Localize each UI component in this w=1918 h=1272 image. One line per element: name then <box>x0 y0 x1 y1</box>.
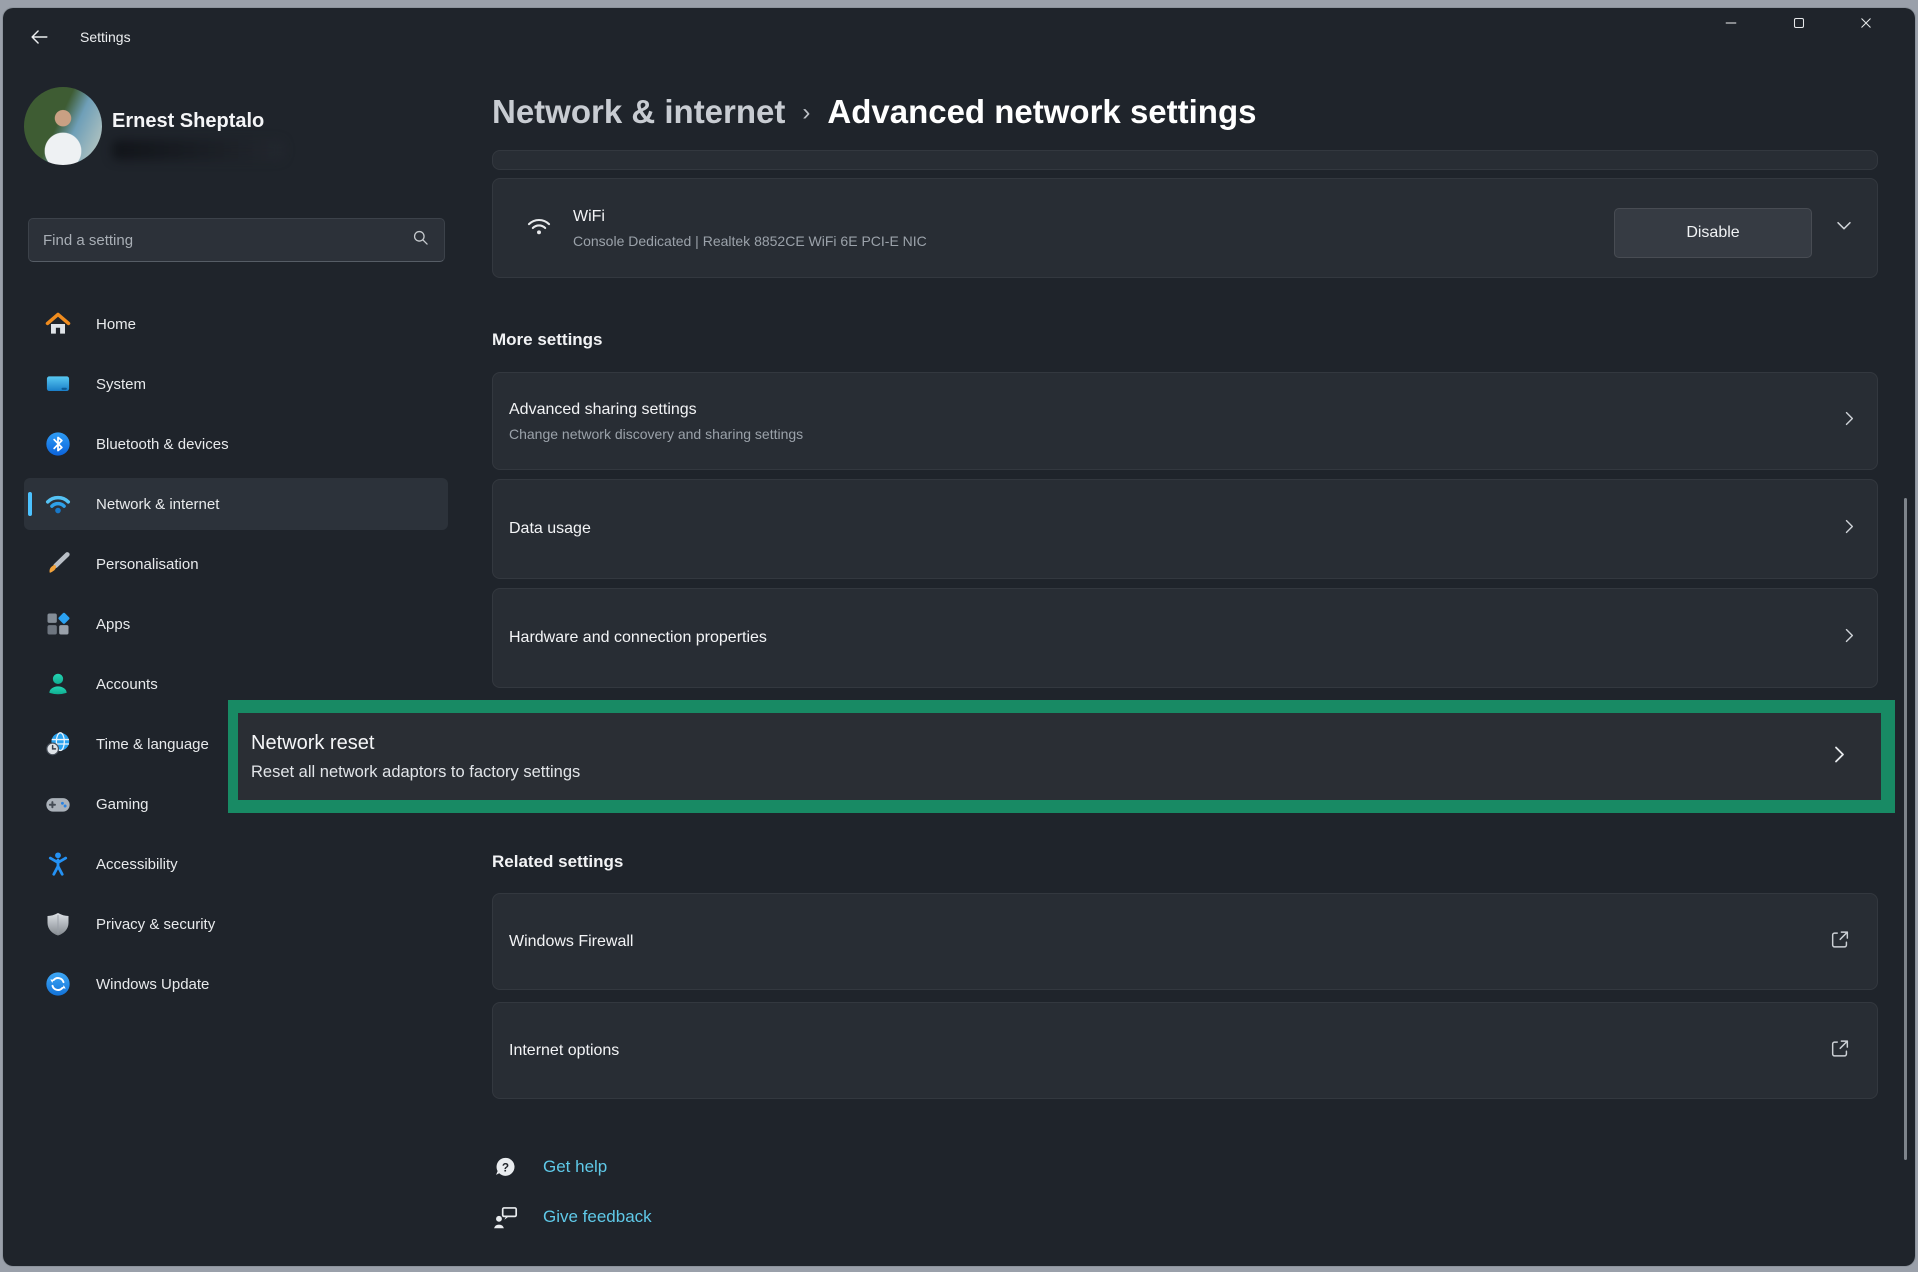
minimize-icon <box>1722 14 1740 37</box>
sidebar-item-network-internet[interactable]: Network & internet <box>24 478 448 530</box>
advanced-sharing-settings-card[interactable]: Advanced sharing settings Change network… <box>492 372 1878 470</box>
sidebar-item-label: Apps <box>96 616 130 633</box>
give-feedback-icon <box>492 1204 519 1231</box>
sidebar-item-privacy-security[interactable]: Privacy & security <box>24 898 448 950</box>
card-title: Windows Firewall <box>509 933 633 951</box>
search-icon <box>411 228 430 252</box>
time-language-icon <box>44 730 72 758</box>
breadcrumb: Network & internet › Advanced network se… <box>492 88 1256 136</box>
sidebar-item-personalisation[interactable]: Personalisation <box>24 538 448 590</box>
gaming-icon <box>44 790 72 818</box>
wifi-title: WiFi <box>573 208 927 226</box>
close-icon <box>1857 14 1875 37</box>
sidebar-item-label: Gaming <box>96 796 149 813</box>
user-name: Ernest Sheptalo <box>112 110 264 133</box>
card-subtitle: Change network discovery and sharing set… <box>509 426 1817 442</box>
wifi-signal-icon <box>525 212 553 245</box>
accounts-icon <box>44 670 72 698</box>
sidebar-item-accessibility[interactable]: Accessibility <box>24 838 448 890</box>
card-title: Network reset <box>251 732 1881 755</box>
svg-text:?: ? <box>502 1160 509 1174</box>
data-usage-card[interactable]: Data usage <box>492 479 1878 579</box>
section-heading-related-settings: Related settings <box>492 852 623 872</box>
sidebar-item-label: Bluetooth & devices <box>96 436 229 453</box>
hardware-connection-properties-card[interactable]: Hardware and connection properties <box>492 588 1878 688</box>
bluetooth-icon <box>44 430 72 458</box>
get-help-icon: ? <box>492 1154 519 1181</box>
give-feedback-row: Give feedback <box>492 1200 652 1234</box>
sidebar-item-bluetooth[interactable]: Bluetooth & devices <box>24 418 448 470</box>
close-button[interactable] <box>1843 6 1889 44</box>
wifi-subtitle: Console Dedicated | Realtek 8852CE WiFi … <box>573 233 927 249</box>
external-link-icon <box>1829 928 1851 955</box>
scrollbar[interactable] <box>1904 498 1907 1160</box>
card-title: Internet options <box>509 1042 619 1060</box>
search-placeholder: Find a setting <box>43 232 411 249</box>
card-title: Data usage <box>509 520 591 538</box>
card-subtitle: Reset all network adaptors to factory se… <box>251 763 1881 782</box>
user-email-blurred <box>112 140 284 160</box>
external-link-icon <box>1829 1037 1851 1064</box>
disable-button[interactable]: Disable <box>1614 208 1812 258</box>
maximize-icon <box>1790 14 1808 37</box>
paintbrush-icon <box>44 550 72 578</box>
chevron-right-icon <box>1839 626 1859 651</box>
wifi-icon <box>44 490 72 518</box>
sidebar-item-label: Privacy & security <box>96 916 215 933</box>
sidebar-item-system[interactable]: System <box>24 358 448 410</box>
sidebar-item-label: Home <box>96 316 136 333</box>
windows-update-icon <box>44 970 72 998</box>
accessibility-icon <box>44 850 72 878</box>
section-heading-more-settings: More settings <box>492 330 603 350</box>
internet-options-card[interactable]: Internet options <box>492 1002 1878 1099</box>
give-feedback-link[interactable]: Give feedback <box>543 1207 652 1227</box>
minimize-button[interactable] <box>1708 6 1754 44</box>
partial-card-above <box>492 150 1878 170</box>
chevron-right-icon <box>1827 742 1851 771</box>
windows-firewall-card[interactable]: Windows Firewall <box>492 893 1878 990</box>
sidebar-item-label: Time & language <box>96 736 209 753</box>
shield-icon <box>44 910 72 938</box>
wifi-adapter-card[interactable]: WiFi Console Dedicated | Realtek 8852CE … <box>492 178 1878 278</box>
network-reset-card[interactable]: Network reset Reset all network adaptors… <box>238 713 1881 800</box>
sidebar-item-label: Windows Update <box>96 976 209 993</box>
card-title: Advanced sharing settings <box>509 401 1817 419</box>
sidebar-item-label: System <box>96 376 146 393</box>
page-title: Advanced network settings <box>827 93 1256 131</box>
home-icon <box>44 310 72 338</box>
breadcrumb-parent[interactable]: Network & internet <box>492 93 785 131</box>
avatar[interactable] <box>24 87 102 165</box>
back-button[interactable] <box>22 22 56 56</box>
sidebar-item-label: Personalisation <box>96 556 199 573</box>
sidebar-item-label: Accounts <box>96 676 158 693</box>
sidebar-item-home[interactable]: Home <box>24 298 448 350</box>
search-input[interactable]: Find a setting <box>28 218 445 262</box>
get-help-row: ? Get help <box>492 1150 607 1184</box>
settings-app: Settings Ernest Sheptalo Find a setting … <box>0 0 1918 1272</box>
system-icon <box>44 370 72 398</box>
apps-icon <box>44 610 72 638</box>
chevron-right-icon <box>1839 409 1859 434</box>
chevron-right-icon <box>1839 517 1859 542</box>
card-title: Hardware and connection properties <box>509 629 767 647</box>
get-help-link[interactable]: Get help <box>543 1157 607 1177</box>
maximize-button[interactable] <box>1776 6 1822 44</box>
back-arrow-icon <box>28 26 50 53</box>
app-title: Settings <box>80 29 131 45</box>
sidebar-item-windows-update[interactable]: Windows Update <box>24 958 448 1010</box>
sidebar-item-label: Accessibility <box>96 856 178 873</box>
sidebar-item-label: Network & internet <box>96 496 219 513</box>
chevron-down-icon[interactable] <box>1833 215 1855 242</box>
sidebar-item-apps[interactable]: Apps <box>24 598 448 650</box>
breadcrumb-separator-icon: › <box>802 99 810 127</box>
highlight-annotation-frame: Network reset Reset all network adaptors… <box>228 700 1895 813</box>
